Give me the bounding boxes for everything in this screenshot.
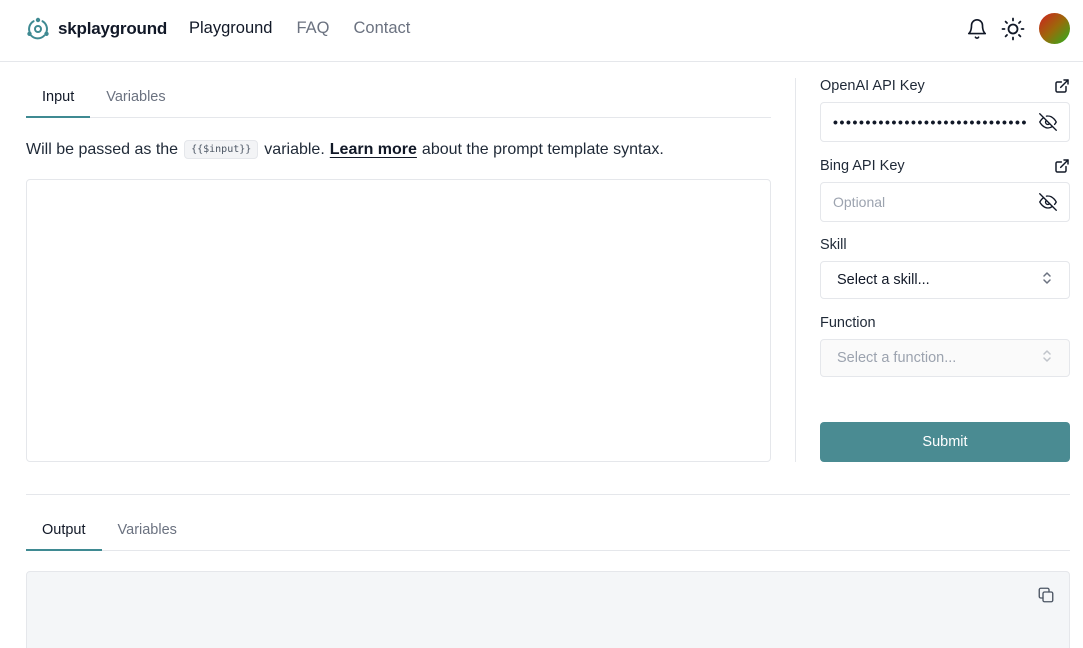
brand[interactable]: skplayground (26, 17, 167, 41)
header-actions (965, 13, 1070, 44)
skill-select-value: Select a skill... (837, 272, 930, 288)
external-link-icon[interactable] (1054, 158, 1070, 174)
help-text-after: about the prompt template syntax. (421, 140, 664, 158)
nav-faq[interactable]: FAQ (296, 19, 329, 38)
brand-name: skplayground (58, 19, 168, 38)
output-area (26, 571, 1070, 648)
function-label: Function (820, 315, 876, 331)
learn-more-link[interactable]: Learn more (330, 141, 417, 159)
nav-contact[interactable]: Contact (354, 19, 411, 38)
sun-icon[interactable] (1001, 17, 1025, 41)
openai-key-field[interactable]: •••••••••••••••••••••••••••••• (820, 102, 1070, 142)
eye-off-icon[interactable] (1039, 113, 1057, 131)
skill-label: Skill (820, 237, 847, 253)
eye-off-icon[interactable] (1039, 193, 1057, 211)
nav-playground[interactable]: Playground (189, 19, 272, 38)
submit-button[interactable]: Submit (820, 422, 1070, 462)
tab-output-variables[interactable]: Variables (102, 509, 193, 550)
input-help-text: Will be passed as the {{$input}} variabl… (26, 140, 664, 159)
openai-key-label: OpenAI API Key (820, 78, 925, 94)
tab-input-variables[interactable]: Variables (90, 76, 181, 117)
skill-select[interactable]: Select a skill... (820, 261, 1070, 299)
copy-icon[interactable] (1037, 586, 1055, 604)
chevron-updown-icon (1041, 348, 1053, 369)
bell-icon[interactable] (965, 17, 989, 41)
help-text-mid: variable. (264, 140, 325, 158)
function-select[interactable]: Select a function... (820, 339, 1070, 377)
openai-key-value: •••••••••••••••••••••••••••••• (833, 114, 1029, 130)
input-tabs: Input Variables (26, 76, 771, 118)
input-variable-code: {{$input}} (184, 140, 259, 159)
top-header: skplayground Playground FAQ Contact (0, 0, 1083, 62)
tab-input[interactable]: Input (26, 76, 91, 118)
chevron-updown-icon (1041, 270, 1053, 291)
section-divider (26, 494, 1070, 495)
help-text-before: Will be passed as the (26, 140, 179, 158)
input-textarea[interactable] (26, 179, 771, 462)
atom-logo-icon (26, 17, 50, 41)
bing-key-field[interactable]: Optional (820, 182, 1070, 222)
external-link-icon[interactable] (1054, 78, 1070, 94)
avatar[interactable] (1039, 13, 1070, 44)
output-tabs: Output Variables (26, 509, 1070, 551)
bing-key-placeholder: Optional (833, 194, 886, 210)
main-nav: Playground FAQ Contact (189, 19, 410, 38)
function-select-value: Select a function... (837, 350, 957, 366)
bing-key-label: Bing API Key (820, 158, 905, 174)
vertical-divider (795, 78, 796, 462)
tab-output[interactable]: Output (26, 509, 102, 551)
